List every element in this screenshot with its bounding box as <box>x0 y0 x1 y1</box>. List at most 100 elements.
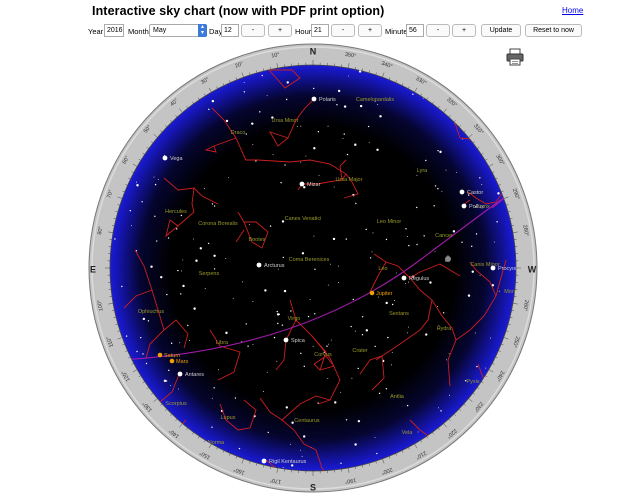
field-star <box>249 224 251 225</box>
field-star <box>391 364 393 366</box>
field-star <box>317 131 320 133</box>
field-star <box>393 300 395 301</box>
field-star <box>188 339 190 341</box>
field-star <box>276 360 278 362</box>
field-star <box>314 313 316 315</box>
field-star <box>342 138 344 139</box>
field-star <box>474 332 476 334</box>
field-star <box>163 379 167 383</box>
field-star <box>263 391 264 393</box>
field-star <box>213 254 216 258</box>
field-star <box>434 185 437 187</box>
field-star <box>425 159 427 162</box>
direction-s: S <box>310 482 316 492</box>
field-star <box>305 155 307 157</box>
field-star <box>142 353 144 355</box>
field-star <box>407 326 409 328</box>
field-star <box>157 178 159 180</box>
field-star <box>467 294 471 297</box>
field-star <box>285 98 288 101</box>
field-star <box>479 177 481 179</box>
field-star <box>314 268 316 271</box>
field-star <box>330 339 332 341</box>
field-star <box>307 315 310 318</box>
direction-e: E <box>90 264 96 274</box>
field-star <box>391 351 393 353</box>
field-star <box>385 301 388 305</box>
field-star <box>455 171 457 173</box>
field-star <box>369 257 372 259</box>
field-star <box>475 233 478 235</box>
field-star <box>211 99 215 103</box>
field-star <box>238 447 241 450</box>
field-star <box>352 298 354 301</box>
field-star <box>490 337 491 339</box>
field-star <box>204 287 206 289</box>
field-star <box>449 394 450 396</box>
field-star <box>479 274 481 276</box>
field-star <box>129 209 132 212</box>
field-star <box>318 174 320 176</box>
field-star <box>429 281 432 284</box>
field-star <box>125 335 128 337</box>
field-star <box>170 342 173 344</box>
field-star <box>351 377 353 379</box>
field-star <box>326 345 328 347</box>
field-star <box>273 336 276 339</box>
field-star <box>286 81 289 84</box>
field-star <box>471 245 473 248</box>
field-star <box>282 256 285 259</box>
field-star <box>150 265 153 268</box>
field-star <box>365 228 367 231</box>
planet-mars <box>169 358 175 364</box>
constellation-label: Sextans <box>389 311 409 317</box>
field-star <box>272 154 274 156</box>
field-star <box>114 238 116 240</box>
field-star <box>303 365 305 368</box>
field-star <box>368 141 370 143</box>
constellation-label: Lyra <box>417 168 428 174</box>
field-star <box>203 188 205 190</box>
field-star <box>412 93 414 95</box>
field-star <box>247 345 249 347</box>
field-star <box>213 268 216 270</box>
field-star <box>385 238 388 241</box>
field-star <box>156 240 158 242</box>
field-star <box>371 251 373 253</box>
field-star <box>446 359 447 361</box>
field-star <box>182 284 185 288</box>
field-star <box>167 237 170 239</box>
constellation-label: Ophiuchus <box>138 309 165 315</box>
field-star <box>417 431 419 433</box>
planet-label: Mars <box>176 359 188 365</box>
constellation-label: Serpens <box>199 271 220 277</box>
field-star <box>300 352 302 355</box>
field-star <box>136 181 137 183</box>
field-star <box>154 183 157 186</box>
planet-jupiter <box>369 290 375 296</box>
field-star <box>359 104 363 108</box>
field-star <box>170 384 172 386</box>
field-star <box>211 426 213 428</box>
field-star <box>361 334 364 336</box>
field-star <box>333 186 335 188</box>
field-star <box>377 104 379 105</box>
constellation-label: Hercules <box>165 209 187 215</box>
field-star <box>259 111 261 113</box>
field-star <box>357 367 359 370</box>
field-star <box>255 160 257 162</box>
sky-chart[interactable]: 10°20°30°40°50°60°70°80°100°110°120°130°… <box>0 0 640 500</box>
field-star <box>266 371 268 373</box>
constellation-label: Libra <box>216 340 229 346</box>
field-star <box>234 397 237 399</box>
field-star <box>267 431 269 434</box>
field-star <box>301 455 303 457</box>
field-star <box>141 201 143 203</box>
direction-n: N <box>310 46 317 56</box>
field-star <box>309 299 311 301</box>
field-star <box>232 297 234 299</box>
field-star <box>345 238 347 240</box>
field-star <box>445 169 447 171</box>
field-star <box>243 82 245 84</box>
field-star <box>476 365 478 368</box>
